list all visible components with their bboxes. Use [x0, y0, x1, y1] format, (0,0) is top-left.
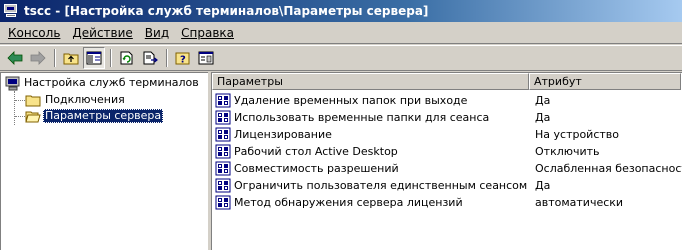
- setting-icon: [215, 144, 231, 159]
- up-folder-icon[interactable]: [60, 47, 82, 69]
- menu-action[interactable]: Действие: [66, 22, 138, 44]
- setting-icon: [215, 195, 231, 210]
- svg-text:?: ?: [180, 55, 186, 66]
- setting-name: Рабочий стол Active Desktop: [234, 145, 398, 158]
- menu-bar: Консоль Действие Вид Справка: [0, 22, 682, 44]
- setting-icon: [215, 178, 231, 193]
- column-header-parameters[interactable]: Параметры: [212, 73, 529, 90]
- toolbar: ?: [0, 45, 682, 71]
- setting-value: Ослабленная безопасность: [535, 162, 682, 175]
- setting-icon: [215, 110, 231, 125]
- tree-pane: Настройка служб терминалов Подключения П…: [0, 72, 208, 250]
- table-row[interactable]: Метод обнаружения сервера лицензий автома…: [212, 194, 680, 211]
- tree-item-label: Параметры сервера: [43, 109, 164, 123]
- menu-console[interactable]: Консоль: [2, 22, 66, 44]
- back-icon[interactable]: [4, 47, 26, 69]
- tree-item-label: Подключения: [45, 93, 125, 106]
- refresh-icon[interactable]: [116, 47, 138, 69]
- tree-item-label: Настройка служб терминалов: [24, 76, 199, 89]
- table-row[interactable]: Удаление временных папок при выходе Да: [212, 92, 680, 109]
- setting-value: Да: [535, 94, 551, 107]
- toolbar-separator: [166, 49, 168, 67]
- folder-icon: [25, 95, 41, 107]
- terminal-services-icon: [3, 4, 19, 18]
- setting-value: Отключить: [535, 145, 600, 158]
- table-row[interactable]: Лицензирование На устройство: [212, 126, 680, 143]
- tree-item-connections[interactable]: Подключения: [25, 92, 127, 108]
- setting-value: автоматически: [535, 196, 624, 209]
- tree-item-server-settings[interactable]: Параметры сервера: [25, 108, 164, 124]
- setting-icon: [215, 127, 231, 142]
- properties-icon[interactable]: [195, 47, 217, 69]
- tree-line: [15, 116, 25, 117]
- toolbar-separator: [110, 49, 112, 67]
- tree-line: [15, 100, 25, 101]
- toolbar-separator: [54, 49, 56, 67]
- setting-icon: [215, 93, 231, 108]
- setting-value: Да: [535, 179, 551, 192]
- show-hide-tree-icon[interactable]: [83, 47, 105, 69]
- column-header-attribute[interactable]: Атрибут: [529, 73, 681, 90]
- menu-view[interactable]: Вид: [139, 22, 175, 44]
- table-row[interactable]: Рабочий стол Active Desktop Отключить: [212, 143, 680, 160]
- setting-name: Лицензирование: [234, 128, 332, 141]
- setting-icon: [215, 161, 231, 176]
- table-row[interactable]: Ограничить пользователя единственным сеа…: [212, 177, 680, 194]
- table-row[interactable]: Использовать временные папки для сеанса Д…: [212, 109, 680, 126]
- tree-line: [14, 91, 15, 125]
- title-bar: tscc - [Настройка служб терминалов\Парам…: [0, 0, 682, 22]
- details-pane: Параметры Атрибут Удаление временных пап…: [211, 72, 682, 250]
- setting-name: Удаление временных папок при выходе: [234, 94, 468, 107]
- forward-icon[interactable]: [27, 47, 49, 69]
- tree-item-root[interactable]: Настройка служб терминалов: [4, 75, 201, 91]
- help-icon[interactable]: ?: [172, 47, 194, 69]
- setting-name: Метод обнаружения сервера лицензий: [234, 196, 463, 209]
- export-list-icon[interactable]: [139, 47, 161, 69]
- setting-name: Совместимость разрешений: [234, 162, 399, 175]
- setting-value: Да: [535, 111, 551, 124]
- open-folder-icon: [25, 111, 41, 123]
- window-title: tscc - [Настройка служб терминалов\Парам…: [24, 4, 429, 18]
- setting-name: Использовать временные папки для сеанса: [234, 111, 490, 124]
- table-row[interactable]: Совместимость разрешений Ослабленная безо…: [212, 160, 682, 177]
- terminal-services-icon: [5, 76, 20, 90]
- setting-name: Ограничить пользователя единственным сеа…: [234, 179, 528, 192]
- menu-help[interactable]: Справка: [175, 22, 240, 44]
- setting-value: На устройство: [535, 128, 620, 141]
